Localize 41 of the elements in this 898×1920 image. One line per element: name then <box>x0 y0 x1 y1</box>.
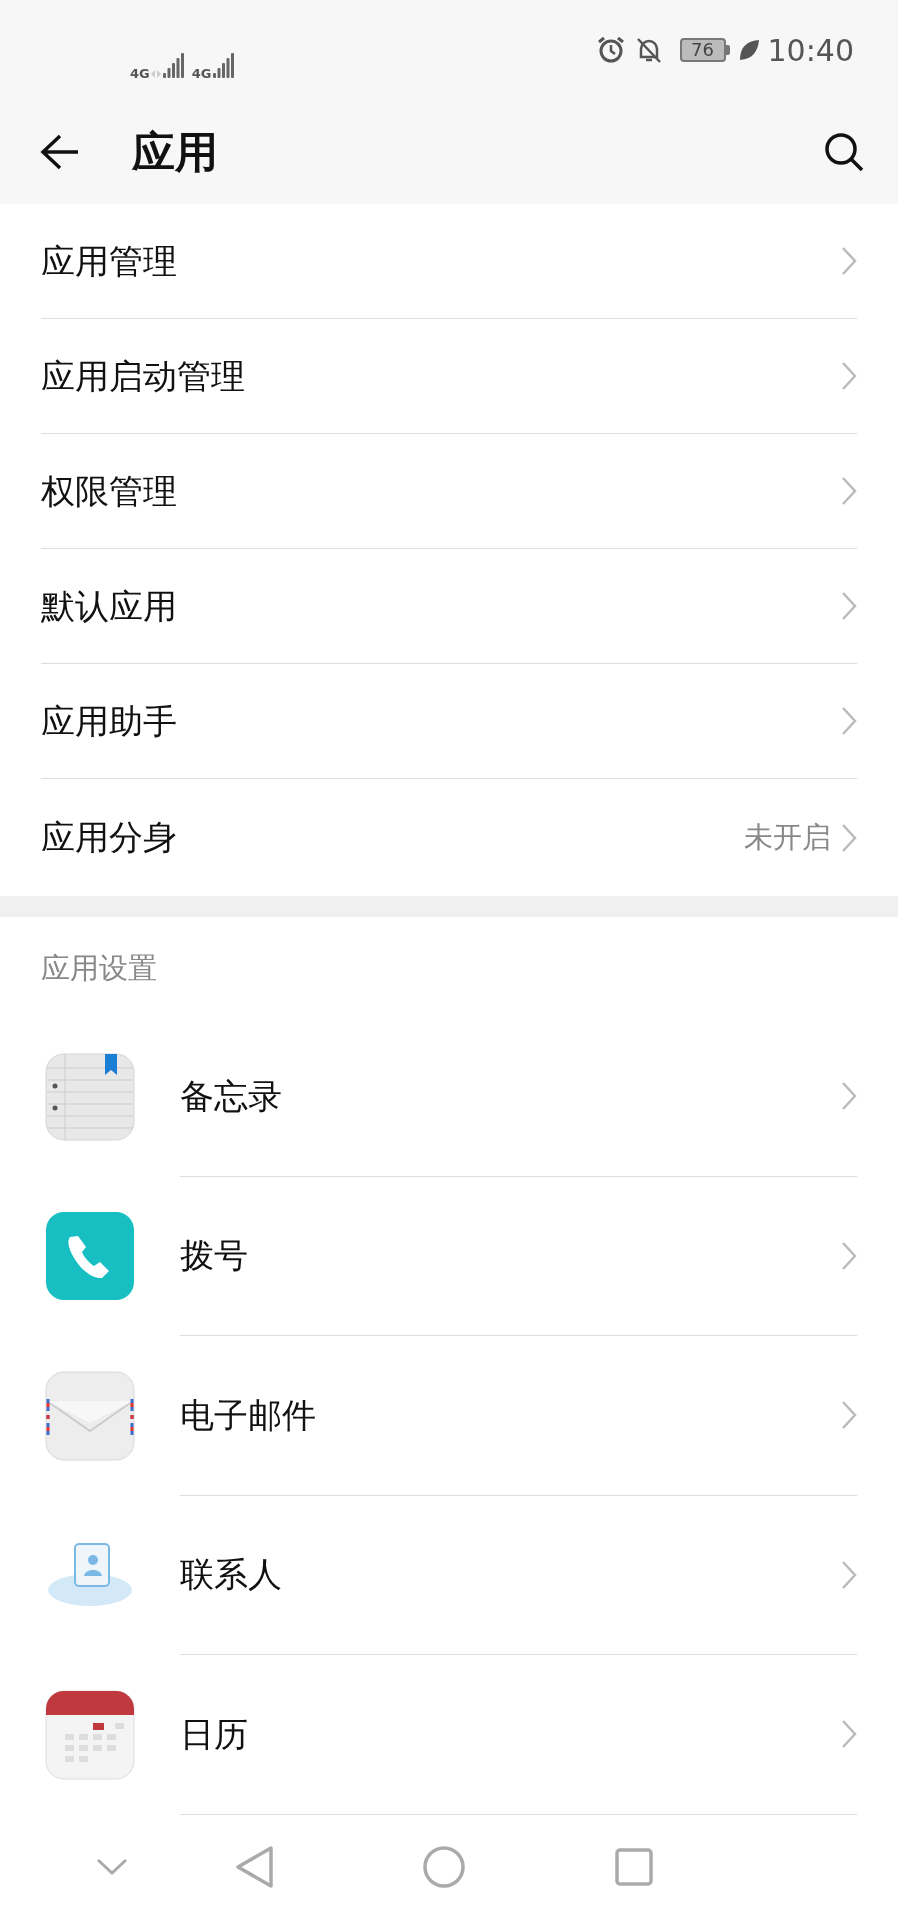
leaf-icon <box>737 38 760 62</box>
chevron-right-icon <box>841 822 857 853</box>
chevron-right-icon <box>841 1719 857 1750</box>
status-value: 未开启 <box>744 818 831 856</box>
section-title: 应用设置 <box>41 951 157 985</box>
email-app-icon <box>45 1370 135 1461</box>
chevron-right-icon <box>841 1081 857 1112</box>
back-nav-icon[interactable] <box>235 1844 275 1889</box>
home-nav-icon[interactable] <box>422 1844 466 1889</box>
recents-nav-icon[interactable] <box>614 1846 654 1887</box>
chevron-down-icon[interactable] <box>95 1856 129 1877</box>
chevron-right-icon <box>841 1559 857 1590</box>
battery-level: 76 <box>679 38 726 62</box>
chevron-right-icon <box>841 1400 857 1431</box>
menu-item[interactable]: 应用助手 <box>41 695 177 747</box>
menu-item[interactable]: 应用管理 <box>41 235 177 287</box>
network-type: 4G <box>130 66 150 80</box>
page-title: 应用 <box>132 125 218 179</box>
app-name[interactable]: 拨号 <box>180 1230 248 1282</box>
notes-app-icon <box>45 1051 135 1142</box>
app-name[interactable]: 联系人 <box>180 1549 282 1601</box>
calendar-app-icon <box>45 1689 135 1780</box>
chevron-right-icon <box>841 706 857 736</box>
menu-item[interactable]: 默认应用 <box>41 580 177 632</box>
chevron-right-icon <box>841 476 857 506</box>
search-icon[interactable] <box>824 132 864 172</box>
app-name[interactable]: 日历 <box>180 1708 248 1760</box>
menu-item[interactable]: 应用启动管理 <box>41 350 245 402</box>
chevron-right-icon <box>841 361 857 391</box>
app-name[interactable]: 备忘录 <box>180 1070 282 1122</box>
alarm-icon <box>595 35 626 65</box>
app-name[interactable]: 电子邮件 <box>180 1389 316 1441</box>
phone-app-icon <box>45 1211 135 1302</box>
back-arrow-icon[interactable] <box>40 133 80 171</box>
chevron-right-icon <box>841 591 857 621</box>
menu-item[interactable]: 权限管理 <box>41 465 177 517</box>
clock-time: 10:40 <box>767 31 854 70</box>
chevron-right-icon <box>841 1240 857 1271</box>
chevron-right-icon <box>841 246 857 276</box>
menu-item[interactable]: 应用分身 <box>41 812 177 863</box>
network-type: 4G <box>191 66 212 80</box>
